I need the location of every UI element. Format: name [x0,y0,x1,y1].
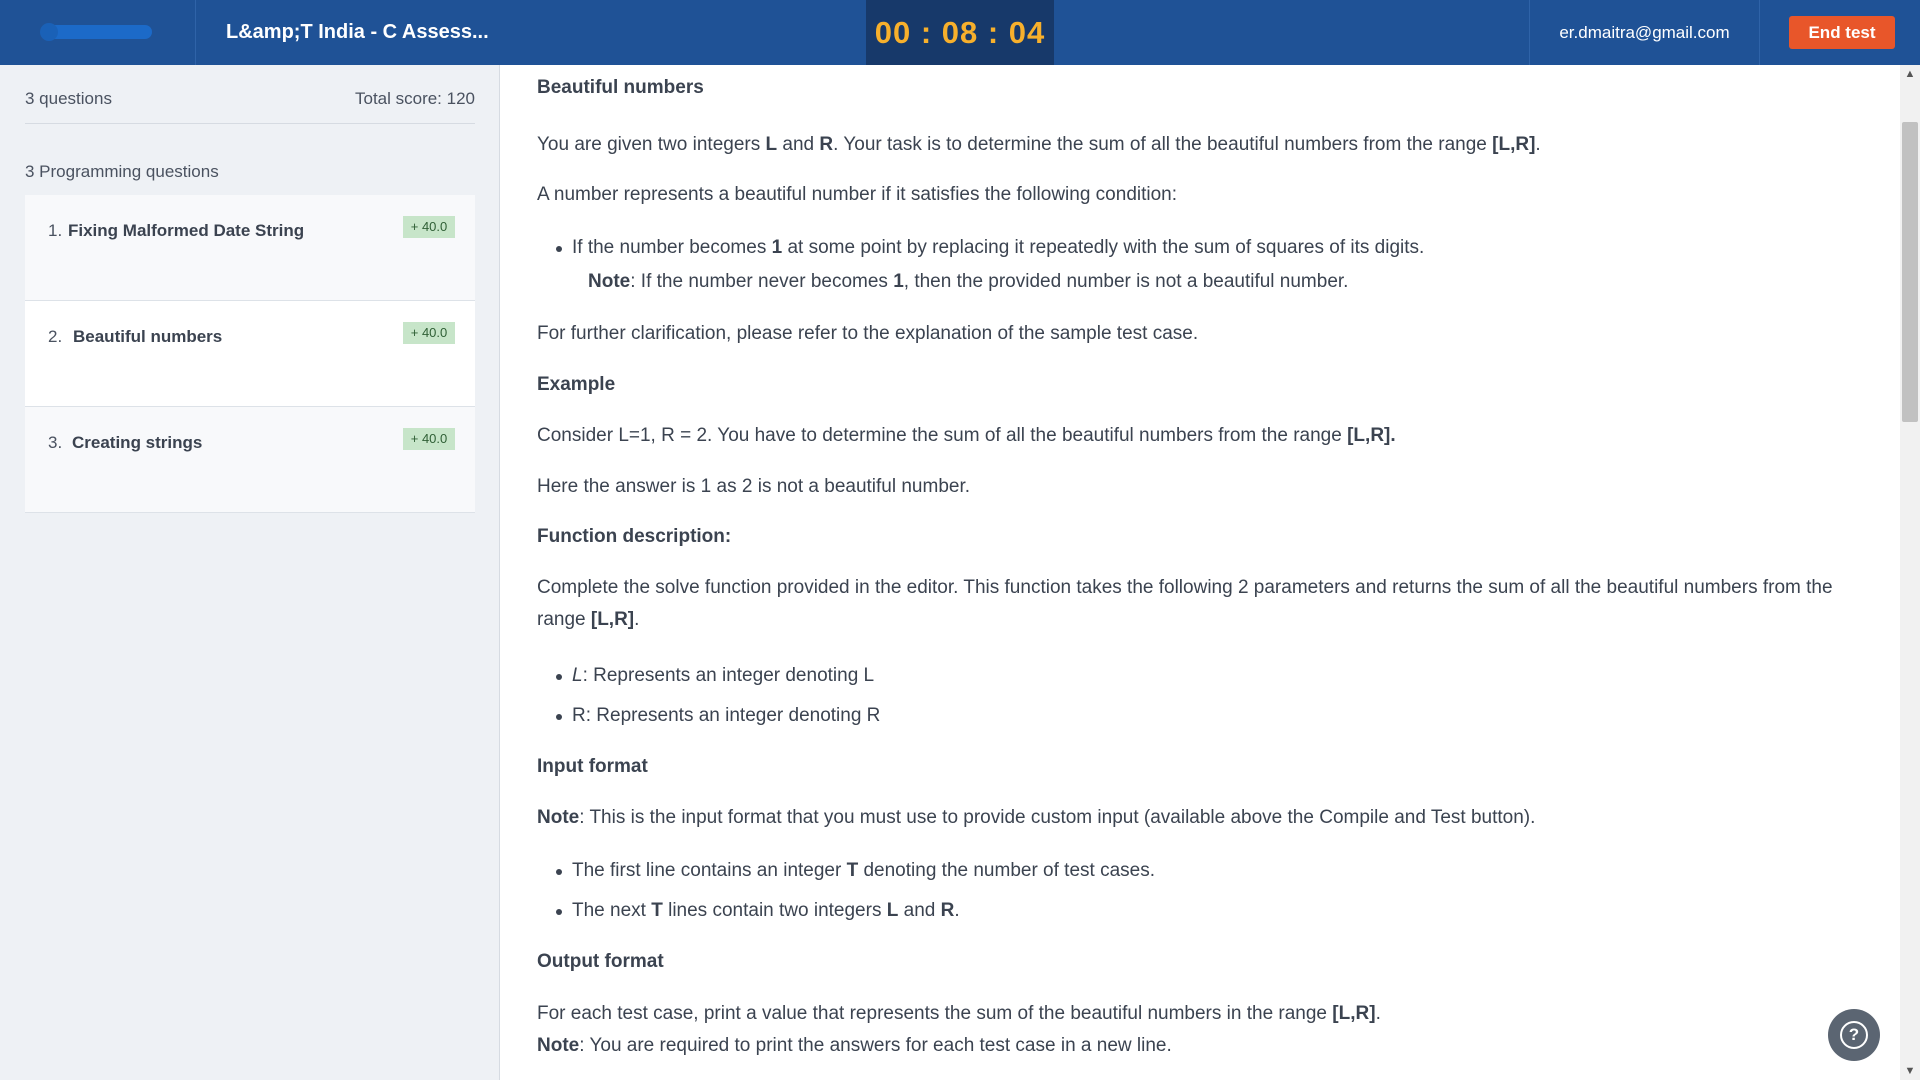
text: Consider L=1, R = 2. You have to determi… [537,425,1348,446]
text: and [777,134,820,155]
logo[interactable] [0,0,196,65]
text: at some point by replacing it repeatedly… [782,237,1425,258]
sidebar-header: 3 questions Total score: 120 [25,89,475,109]
text: denoting the number of test cases. [858,860,1155,881]
clarification-text: For further clarification, please refer … [537,323,1199,344]
condition-intro: A number represents a beautiful number i… [537,184,1178,205]
text: The next [572,900,652,921]
text-bold: [L,R] [1332,1003,1376,1024]
note-label: Note [588,271,631,292]
text: lines contain two integers [662,900,887,921]
end-test-button[interactable]: End test [1789,16,1895,49]
question-number: 3. [48,433,63,452]
question-title: Creating strings [72,433,203,452]
example-answer: Here the answer is 1 as 2 is not a beaut… [537,476,971,497]
problem-intro: You are given two integers L and R. Your… [537,129,1541,161]
param-name: L [572,665,583,686]
question-circle-icon: ? [1840,1021,1868,1049]
param-l-bullet: L: Represents an integer denoting L [555,660,875,692]
question-sidebar: 3 questions Total score: 120 3 Programmi… [0,65,500,1080]
question-item-1[interactable]: 1. Fixing Malformed Date String + 40.0 [25,195,475,301]
input-heading: Input format [537,756,648,777]
text: Complete the solve function provided in … [537,577,1833,630]
text: The first line contains an integer [572,860,847,881]
text: . [634,609,640,630]
hackerearth-logo-icon [40,23,152,41]
section-title: 3 Programming questions [25,162,219,181]
text-bold: 1 [771,237,783,258]
help-button[interactable]: ? [1828,1009,1880,1061]
text-bold: R [819,134,834,155]
scroll-down-arrow-icon[interactable]: ▼ [1900,1062,1920,1080]
score-badge: + 40.0 [403,216,455,238]
text: . [1375,1003,1381,1024]
question-title: Beautiful numbers [73,327,223,346]
question-list: 1. Fixing Malformed Date String + 40.0 2… [25,195,475,513]
text: For each test case, print a value that r… [537,1003,1333,1024]
text-bold: L [765,134,778,155]
text-bold: [L,R]. [1347,425,1396,446]
top-bar: L&amp;T India - C Assess... 00 : 08 : 04… [0,0,1920,65]
text: . [954,900,960,921]
text: . Your task is to determine the sum of a… [833,134,1493,155]
input-bullet-1: The first line contains an integer T den… [556,855,1155,887]
example-text: Consider L=1, R = 2. You have to determi… [537,420,1396,452]
countdown-timer: 00 : 08 : 04 [866,0,1054,65]
function-description: Complete the solve function provided in … [537,572,1842,636]
text: You are given two integers [537,134,766,155]
user-email[interactable]: er.dmaitra@gmail.com [1529,0,1760,65]
text: , then the provided number is not a beau… [903,271,1349,292]
function-heading: Function description: [537,526,732,547]
text-bold: [L,R] [1492,134,1536,155]
question-number: 2. [48,327,63,346]
text-bold: T [846,860,859,881]
condition-bullet: If the number becomes 1 at some point by… [555,232,1425,264]
total-score: Total score: 120 [354,89,475,108]
text-bold: [L,R] [590,609,635,630]
example-heading: Example [537,374,616,395]
divider [25,123,475,124]
text-bold: R [940,900,955,921]
text-bold: T [651,900,663,921]
text: : If the number never becomes [630,271,894,292]
text-bold: L [886,900,899,921]
text: If the number becomes [572,237,772,258]
text: : You are required to print the answers … [579,1035,1172,1056]
question-number: 1. [48,221,63,240]
question-item-2[interactable]: 2. Beautiful numbers + 40.0 [25,301,475,407]
note-label: Note [537,1035,580,1056]
input-note: Note: This is the input format that you … [537,802,1535,834]
text: : This is the input format that you must… [579,807,1536,828]
text: and [898,900,941,921]
condition-note: Note: If the number never becomes 1, the… [588,266,1348,298]
param-r-bullet: R: Represents an integer denoting R [555,700,880,732]
output-note: Note: You are required to print the answ… [537,1030,1172,1062]
test-title: L&amp;T India - C Assess... [226,21,489,43]
problem-title: Beautiful numbers [537,77,704,98]
question-item-3[interactable]: 3. Creating strings + 40.0 [25,407,475,513]
scroll-up-arrow-icon[interactable]: ▲ [1900,65,1920,83]
text-bold: 1 [893,271,904,292]
scrollbar-thumb[interactable] [1902,122,1918,422]
problem-panel: Beautiful numbers You are given two inte… [500,65,1900,1080]
output-text: For each test case, print a value that r… [537,998,1381,1030]
output-heading: Output format [537,951,664,972]
text: . [1535,134,1541,155]
vertical-scrollbar[interactable]: ▲ ▼ [1900,65,1920,1080]
question-count: 3 questions [25,89,112,108]
question-title: Fixing Malformed Date String [68,221,305,240]
input-bullet-2: The next T lines contain two integers L … [556,895,960,927]
note-label: Note [537,807,580,828]
score-badge: + 40.0 [403,428,455,450]
text: : Represents an integer denoting L [582,665,875,686]
score-badge: + 40.0 [403,322,455,344]
